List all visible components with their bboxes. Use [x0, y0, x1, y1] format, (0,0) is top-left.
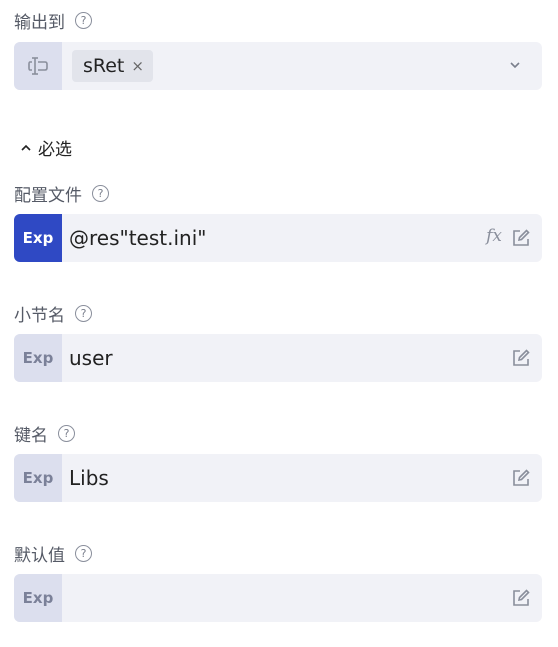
exp-toggle-button[interactable]: Exp [14, 454, 62, 502]
key-name-field[interactable]: Exp Libs [14, 454, 542, 502]
section-name-field[interactable]: Exp user [14, 334, 542, 382]
config-file-field[interactable]: Exp @res"test.ini" fx [14, 214, 542, 262]
output-label: 输出到 [14, 13, 65, 33]
config-file-label: 配置文件 [14, 186, 82, 206]
key-name-value[interactable]: Libs [69, 466, 542, 490]
variable-tag-label: sRet [83, 55, 125, 77]
help-icon[interactable]: ? [75, 545, 92, 562]
exp-toggle-button[interactable]: Exp [14, 574, 62, 622]
section-name-value[interactable]: user [69, 346, 542, 370]
key-name-label-row: 键名 ? [14, 421, 75, 446]
edit-icon[interactable] [511, 588, 531, 608]
required-section-toggle[interactable]: 必选 [20, 135, 72, 160]
output-label-row: 输出到 ? [14, 8, 92, 33]
help-icon[interactable]: ? [75, 305, 92, 322]
help-icon[interactable]: ? [92, 185, 109, 202]
exp-toggle-button[interactable]: Exp [14, 334, 62, 382]
section-name-label: 小节名 [14, 306, 65, 326]
edit-icon[interactable] [511, 348, 531, 368]
config-file-label-row: 配置文件 ? [14, 181, 109, 206]
output-select[interactable]: sRet × [14, 42, 542, 90]
default-value-field[interactable]: Exp [14, 574, 542, 622]
caret-up-icon [21, 144, 31, 151]
chevron-down-icon[interactable] [508, 58, 522, 72]
exp-toggle-button[interactable]: Exp [14, 214, 62, 262]
default-value-label-row: 默认值 ? [14, 541, 92, 566]
help-icon[interactable]: ? [58, 425, 75, 442]
key-name-label: 键名 [14, 426, 48, 446]
help-icon[interactable]: ? [75, 12, 92, 29]
fx-icon[interactable]: fx [486, 226, 502, 246]
edit-icon[interactable] [511, 228, 531, 248]
required-section-label: 必选 [38, 140, 72, 160]
default-value-label: 默认值 [14, 546, 65, 566]
edit-icon[interactable] [511, 468, 531, 488]
section-name-label-row: 小节名 ? [14, 301, 92, 326]
variable-icon[interactable] [14, 42, 62, 90]
config-file-value[interactable]: @res"test.ini" [69, 226, 542, 250]
close-icon[interactable]: × [131, 57, 144, 75]
variable-tag[interactable]: sRet × [72, 50, 153, 82]
